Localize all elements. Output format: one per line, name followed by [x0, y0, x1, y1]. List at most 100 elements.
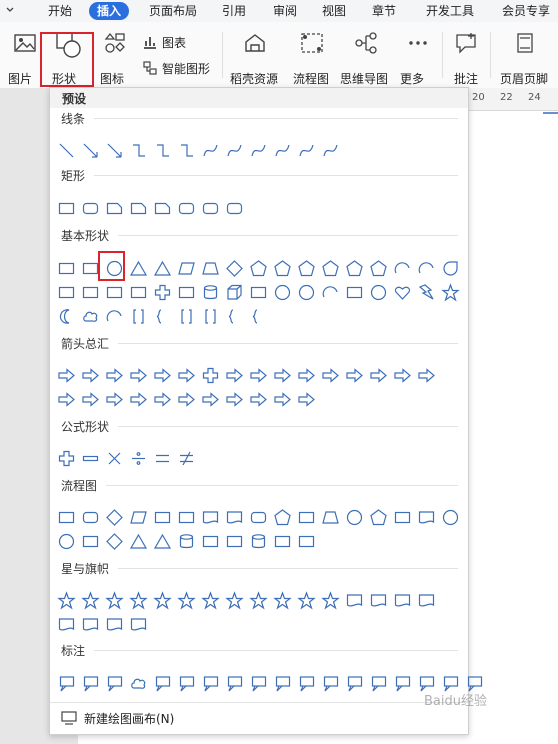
accent-callout-4-icon[interactable] [321, 674, 340, 693]
can-icon[interactable] [201, 283, 220, 302]
quad-arrow-icon[interactable] [201, 366, 220, 385]
not-equal-icon[interactable] [177, 449, 196, 468]
snip-diagonal-icon[interactable] [153, 199, 172, 218]
freeform-icon[interactable] [297, 141, 316, 160]
cloud-callout-icon[interactable] [129, 674, 148, 693]
mindmap-button[interactable]: 思维导图 [340, 30, 392, 86]
left-up-arrow-icon[interactable] [297, 366, 316, 385]
rectangle-icon[interactable] [57, 199, 76, 218]
diagonal-stripe-icon[interactable] [129, 283, 148, 302]
star-16-icon[interactable] [273, 591, 292, 610]
sequential-access-storage-icon[interactable] [225, 532, 244, 551]
l-shape-icon[interactable] [105, 283, 124, 302]
arc-icon[interactable] [105, 307, 124, 326]
dodecagon-icon[interactable] [369, 259, 388, 278]
process-icon[interactable] [57, 508, 76, 527]
star-4-icon[interactable] [105, 591, 124, 610]
tab-page-layout[interactable]: 页面布局 [149, 2, 197, 20]
curved-up-arrow-icon[interactable] [393, 366, 412, 385]
curved-arrow-connector-icon[interactable] [225, 141, 244, 160]
curved-down-arrow-icon[interactable] [417, 366, 436, 385]
heptagon-icon[interactable] [297, 259, 316, 278]
right-arrow-callout-icon[interactable] [153, 390, 172, 409]
manual-operation-icon[interactable] [321, 508, 340, 527]
decagon-icon[interactable] [345, 259, 364, 278]
snip-same-side-icon[interactable] [129, 199, 148, 218]
line-callout-1-icon[interactable] [153, 674, 172, 693]
accent-callout-1-icon[interactable] [249, 674, 268, 693]
snip-single-corner-icon[interactable] [105, 199, 124, 218]
frame-icon[interactable] [57, 283, 76, 302]
sort-icon[interactable] [105, 532, 124, 551]
star-6-icon[interactable] [153, 591, 172, 610]
half-frame-icon[interactable] [81, 283, 100, 302]
double-wave-icon[interactable] [129, 615, 148, 634]
card-icon[interactable] [393, 508, 412, 527]
triangle-icon[interactable] [129, 259, 148, 278]
flowchart-button[interactable]: 流程图 [292, 30, 332, 86]
star-12-icon[interactable] [249, 591, 268, 610]
multiply-icon[interactable] [105, 449, 124, 468]
cross-icon[interactable] [153, 283, 172, 302]
star-10-icon[interactable] [225, 591, 244, 610]
chevron-down-icon[interactable] [4, 4, 16, 16]
border-callout-3-icon[interactable] [393, 674, 412, 693]
rect-callout-icon[interactable] [57, 674, 76, 693]
right-arrow-icon[interactable] [57, 366, 76, 385]
octagon-icon[interactable] [321, 259, 340, 278]
tab-member[interactable]: 会员专享 [502, 2, 550, 20]
predefined-process-icon[interactable] [153, 508, 172, 527]
curved-left-arrow-icon[interactable] [369, 366, 388, 385]
internal-storage-icon[interactable] [177, 508, 196, 527]
alternate-process-icon[interactable] [81, 508, 100, 527]
parallelogram-icon[interactable] [177, 259, 196, 278]
decision-icon[interactable] [105, 508, 124, 527]
chart-button[interactable]: 图表 [142, 34, 202, 52]
hexagon-icon[interactable] [273, 259, 292, 278]
daoke-resources-button[interactable]: 稻壳资源 [230, 30, 280, 86]
document-icon[interactable] [201, 508, 220, 527]
delay-icon[interactable] [201, 532, 220, 551]
line-icon[interactable] [57, 141, 76, 160]
notched-right-arrow-icon[interactable] [81, 390, 100, 409]
curved-ribbon-up-icon[interactable] [393, 591, 412, 610]
no-symbol-icon[interactable] [297, 283, 316, 302]
smart-graphic-button[interactable]: 智能图形 [142, 60, 218, 78]
up-arrow-callout-icon[interactable] [225, 390, 244, 409]
accent-callout-3-icon[interactable] [297, 674, 316, 693]
round-same-side-icon[interactable] [201, 199, 220, 218]
comment-button[interactable]: 批注 [450, 30, 484, 86]
elbow-connector-icon[interactable] [129, 141, 148, 160]
more-button[interactable]: 更多 [398, 30, 438, 86]
wave-icon[interactable] [105, 615, 124, 634]
off-page-connector-icon[interactable] [369, 508, 388, 527]
double-brace-icon[interactable] [153, 307, 172, 326]
lightning-bolt-icon[interactable] [417, 283, 436, 302]
collate-icon[interactable] [81, 532, 100, 551]
data-icon[interactable] [129, 508, 148, 527]
stored-data-icon[interactable] [177, 532, 196, 551]
ribbon-up-icon[interactable] [345, 591, 364, 610]
bevel-icon[interactable] [249, 283, 268, 302]
direct-access-storage-icon[interactable] [273, 532, 292, 551]
rounded-rectangle-icon[interactable] [81, 199, 100, 218]
u-turn-arrow-icon[interactable] [273, 366, 292, 385]
line-callout-4-icon[interactable] [225, 674, 244, 693]
punched-tape-icon[interactable] [417, 508, 436, 527]
block-arc-icon[interactable] [321, 283, 340, 302]
minus-icon[interactable] [81, 449, 100, 468]
heart-icon[interactable] [393, 283, 412, 302]
up-down-arrow-icon[interactable] [177, 366, 196, 385]
scribble-icon[interactable] [321, 141, 340, 160]
equal-icon[interactable] [153, 449, 172, 468]
accent-callout-2-icon[interactable] [273, 674, 292, 693]
cube-icon[interactable] [225, 283, 244, 302]
quad-arrow-callout-icon[interactable] [273, 390, 292, 409]
header-footer-button[interactable]: 页眉页脚 [496, 30, 554, 86]
star-5-icon[interactable] [129, 591, 148, 610]
tab-developer[interactable]: 开发工具 [426, 2, 474, 20]
teardrop-icon[interactable] [441, 259, 460, 278]
icon-button[interactable]: 图标 [98, 30, 132, 86]
double-bracket-icon[interactable] [129, 307, 148, 326]
star-8-icon[interactable] [201, 591, 220, 610]
